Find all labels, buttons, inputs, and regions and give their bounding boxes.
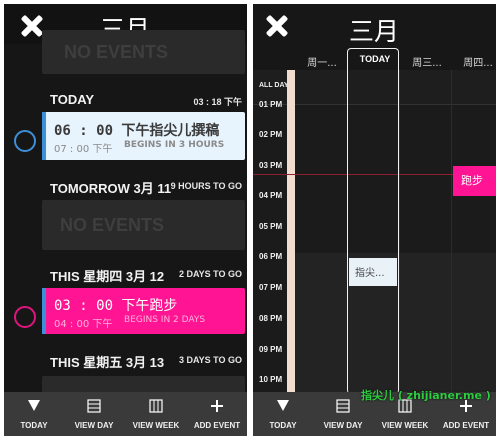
hour-label: 08 PM [259,314,283,323]
watermark: 指尖儿 ( zhijianer.me ) [361,389,491,402]
tab-view-day[interactable]: VIEW DAY [64,392,124,436]
day-label-today: TODAY [50,92,95,107]
close-icon[interactable] [265,14,289,38]
hour-label: 07 PM [259,283,283,292]
event-card-thursday[interactable]: 03 : 00 下午跑步 04 : 00 下午 BEGINS IN 2 DAYS [42,288,245,334]
event-title: 06 : 00 下午指尖儿撰稿 [54,123,220,139]
hour-label: 05 PM [259,222,283,231]
hour-label: 06 PM [259,252,283,261]
column-header[interactable]: 周三... [403,54,451,69]
current-time: 03 : 18 下午 [193,97,242,107]
column-divider [399,70,400,392]
tab-today[interactable]: TODAY [253,392,313,436]
thursday-countdown: 2 DAYS TO GO [178,269,242,279]
tab-view-week[interactable]: VIEW WEEK [126,392,186,436]
hour-label: 09 PM [259,345,283,354]
day-label-thursday: THIS 星期四 3月 12 [50,269,165,284]
tab-label: ADD EVENT [442,421,490,430]
plus-icon-bar [211,405,223,407]
tab-bar: TODAY VIEW DAY VIEW WEEK ADD EVENT [4,392,247,436]
view-day-icon [87,399,101,413]
today-column-highlight [347,48,399,394]
arrow-down-icon [277,400,289,411]
event-indicator-circle [14,130,36,152]
event-color-bar [42,112,46,160]
hour-label: 02 PM [259,130,283,139]
tab-label: VIEW WEEK [132,421,180,430]
tab-label: VIEW DAY [74,421,114,430]
plus-icon-bar [460,405,472,407]
column-header[interactable]: 周一... [299,54,345,69]
tab-label: TODAY [20,421,48,430]
tab-label: VIEW DAY [323,421,363,430]
tab-add-event[interactable]: ADD EVENT [187,392,247,436]
tomorrow-countdown: 9 HOURS TO GO [170,181,242,191]
week-event-run[interactable]: 跑步 [453,166,496,196]
left-screen: 三月 NO EVENTS TODAY 03 : 18 下午 06 : 00 下午… [4,4,247,436]
arrow-down-icon [28,400,40,411]
right-screen: 三月 周一... TODAY 周三... 周四... ALL DAY 01 PM… [253,4,496,436]
event-indicator-circle [14,306,36,328]
tab-today[interactable]: TODAY [4,392,64,436]
tab-label: TODAY [269,421,297,430]
event-color-bar [42,288,46,334]
column-header[interactable]: 周四... [455,54,496,69]
view-week-icon [149,399,163,413]
tab-label: VIEW WEEK [381,421,429,430]
agenda-list[interactable]: NO EVENTS TODAY 03 : 18 下午 06 : 00 下午指尖儿… [4,30,247,406]
column-divider [451,70,452,392]
no-events-box: NO EVENTS [42,30,245,74]
all-day-label: ALL DAY [259,82,289,89]
today-strip [287,70,295,392]
hour-label: 01 PM [259,100,283,109]
event-card-today[interactable]: 06 : 00 下午指尖儿撰稿 07 : 00 下午 BEGINS IN 3 H… [42,112,245,160]
close-icon[interactable] [20,14,44,38]
event-title: 跑步 [461,174,483,187]
hour-label: 04 PM [259,191,283,200]
day-label-tomorrow: TOMORROW 3月 11 [50,181,172,196]
event-end-time: 04 : 00 下午 [54,319,113,330]
no-events-box: NO EVENTS [42,200,245,250]
event-end-time: 07 : 00 下午 [54,144,113,155]
tab-label: ADD EVENT [193,421,241,430]
view-day-icon [336,399,350,413]
day-label-friday: THIS 星期五 3月 13 [50,355,165,370]
hour-label: 10 PM [259,375,283,384]
event-countdown: BEGINS IN 3 HOURS [124,140,225,150]
event-countdown: BEGINS IN 2 DAYS [124,315,206,325]
friday-countdown: 3 DAYS TO GO [178,355,242,365]
event-title: 03 : 00 下午跑步 [54,298,178,314]
month-title: 三月 [349,17,400,46]
hour-label: 03 PM [259,161,283,170]
